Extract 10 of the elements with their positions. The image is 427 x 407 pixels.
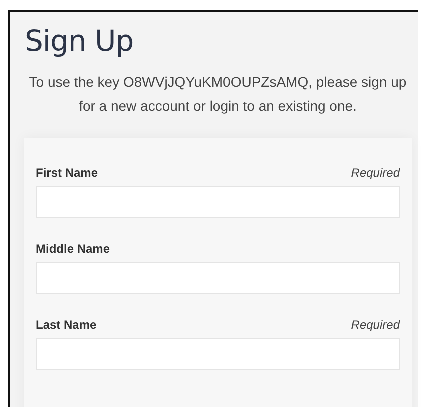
field-label: Last Name bbox=[36, 318, 97, 332]
field-label: First Name bbox=[36, 166, 98, 180]
text-field[interactable] bbox=[36, 338, 400, 370]
required-note: Required bbox=[351, 166, 400, 180]
field-label: Middle Name bbox=[36, 242, 110, 256]
text-field[interactable] bbox=[36, 186, 400, 218]
page-title: Sign Up bbox=[25, 24, 135, 58]
intro-text: To use the key O8WVjJQYuKM0OUPZsAMQ, please sign up for a new account or login to an existing one. bbox=[28, 73, 408, 116]
text-field[interactable] bbox=[36, 262, 400, 294]
required-note: Required bbox=[351, 318, 400, 332]
